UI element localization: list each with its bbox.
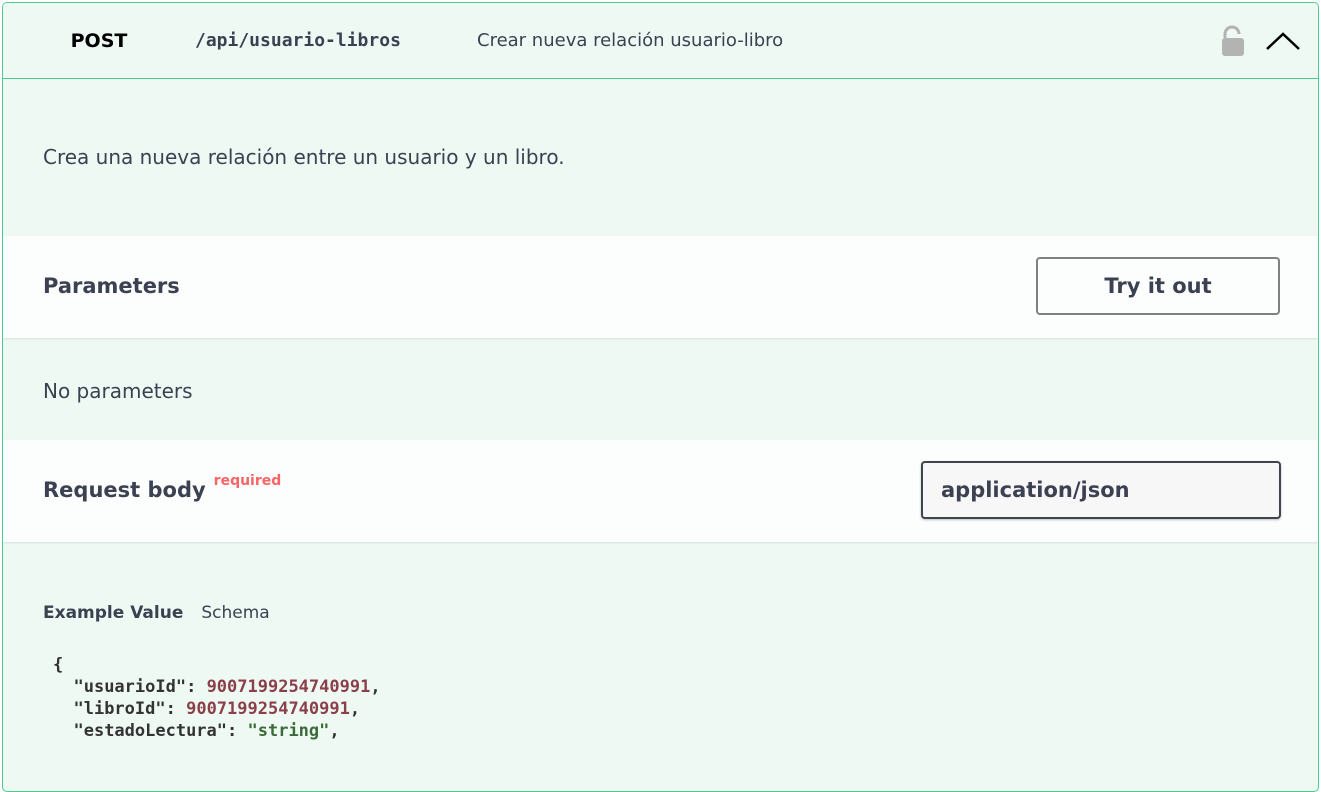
tab-example-value[interactable]: Example Value	[43, 603, 183, 623]
json-value: "string"	[247, 721, 330, 741]
content-type-select[interactable]: application/json	[921, 461, 1281, 519]
endpoint-path: /api/usuario-libros	[195, 30, 401, 51]
request-body-label: Request body	[43, 478, 206, 502]
request-body-title: Request body required	[43, 473, 281, 502]
json-open-brace: {	[53, 655, 64, 675]
no-parameters-text: No parameters	[43, 379, 193, 403]
operation-description: Crea una nueva relación entre un usuario…	[43, 145, 565, 169]
json-key: "estadoLectura"	[73, 721, 228, 741]
request-body-header: Request body required application/json	[3, 440, 1318, 542]
json-value: 9007199254740991	[206, 677, 371, 697]
try-it-out-button[interactable]: Try it out	[1036, 257, 1280, 315]
operation-block: POST /api/usuario-libros Crear nueva rel…	[2, 2, 1319, 792]
example-tabs: Example Value Schema	[43, 603, 270, 623]
json-key: "libroId"	[73, 699, 166, 719]
operation-summary[interactable]: POST /api/usuario-libros Crear nueva rel…	[3, 3, 1318, 79]
tab-schema[interactable]: Schema	[201, 603, 269, 623]
required-badge: required	[213, 473, 282, 489]
parameters-header: Parameters Try it out	[3, 236, 1318, 338]
parameters-title: Parameters	[43, 274, 180, 298]
json-value: 9007199254740991	[186, 699, 350, 719]
http-method-badge: POST	[70, 30, 128, 52]
lock-icon[interactable]	[1218, 23, 1248, 59]
example-json: { "usuarioId": 9007199254740991, "libroI…	[53, 655, 381, 741]
json-key: "usuarioId"	[73, 677, 187, 697]
operation-summary-text: Crear nueva relación usuario-libro	[477, 30, 784, 51]
chevron-up-icon[interactable]	[1261, 25, 1305, 57]
